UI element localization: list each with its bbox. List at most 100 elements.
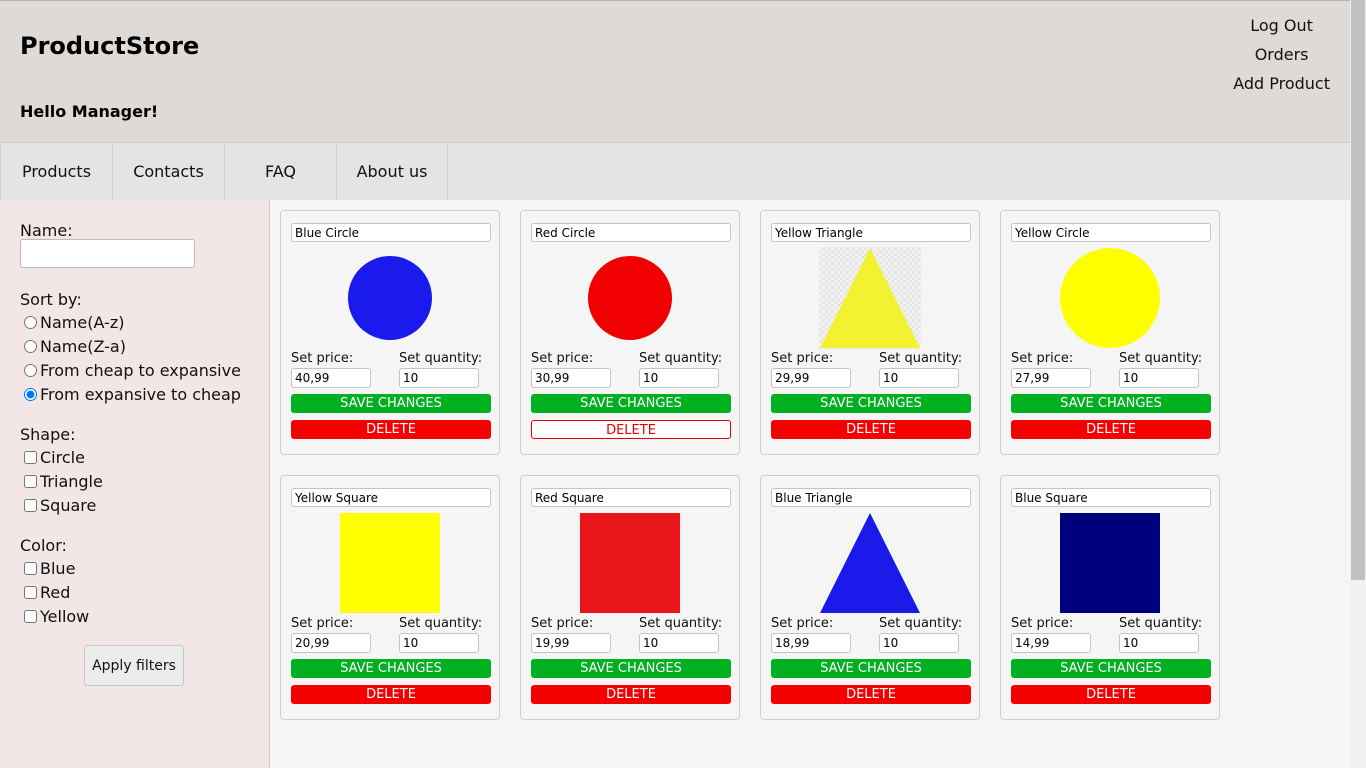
color-filter-label: Color: [20, 536, 67, 555]
set-price-label: Set price: [291, 351, 354, 366]
save-changes-button[interactable]: SAVE CHANGES [1011, 394, 1211, 413]
product-image [819, 247, 921, 349]
logout-link[interactable]: Log Out [1233, 11, 1330, 40]
save-changes-button[interactable]: SAVE CHANGES [291, 394, 491, 413]
price-input[interactable] [771, 633, 851, 653]
save-changes-button[interactable]: SAVE CHANGES [771, 659, 971, 678]
sort-option-name-desc[interactable]: Name(Z-a) [24, 336, 126, 356]
color-checkbox-yellow[interactable] [24, 609, 37, 623]
price-input[interactable] [531, 368, 611, 388]
shape-option-label: Triangle [40, 471, 103, 491]
product-card: Set price: Set quantity: SAVE CHANGES DELET… [520, 210, 740, 455]
main-nav: Products Contacts FAQ About us [0, 142, 1350, 200]
circle-shape [1060, 248, 1160, 348]
save-changes-button[interactable]: SAVE CHANGES [771, 394, 971, 413]
shape-checkbox-square[interactable] [24, 498, 37, 512]
sort-option-price-asc[interactable]: From cheap to expansive [24, 360, 241, 380]
product-name-input[interactable] [1011, 488, 1211, 507]
product-name-input[interactable] [531, 223, 731, 242]
quantity-input[interactable] [1119, 368, 1199, 388]
set-price-label: Set price: [1011, 616, 1074, 631]
shape-checkbox-circle[interactable] [24, 450, 37, 464]
quantity-input[interactable] [399, 368, 479, 388]
sort-option-price-desc[interactable]: From expansive to cheap [24, 384, 241, 404]
shape-option-triangle[interactable]: Triangle [24, 471, 103, 491]
product-image [579, 247, 681, 349]
greeting-text: Hello Manager! [20, 102, 159, 121]
save-changes-button[interactable]: SAVE CHANGES [531, 394, 731, 413]
sort-radio-name-asc[interactable] [24, 315, 37, 329]
orders-link[interactable]: Orders [1233, 40, 1330, 69]
set-quantity-label: Set quantity: [1119, 351, 1203, 366]
product-name-input[interactable] [531, 488, 731, 507]
quantity-input[interactable] [879, 368, 959, 388]
delete-button[interactable]: DELETE [531, 685, 731, 704]
delete-button[interactable]: DELETE [1011, 420, 1211, 439]
product-card: Set price: Set quantity: SAVE CHANGES DELET… [760, 210, 980, 455]
product-card: Set price: Set quantity: SAVE CHANGES DELET… [280, 475, 500, 720]
color-option-red[interactable]: Red [24, 582, 70, 602]
price-input[interactable] [291, 633, 371, 653]
add-product-link[interactable]: Add Product [1233, 69, 1330, 98]
quantity-input[interactable] [1119, 633, 1199, 653]
sort-option-name-asc[interactable]: Name(A-z) [24, 312, 124, 332]
apply-filters-button[interactable]: Apply filters [84, 645, 184, 686]
quantity-input[interactable] [639, 368, 719, 388]
quantity-input[interactable] [879, 633, 959, 653]
name-filter-input[interactable] [20, 239, 195, 268]
nav-item-faq[interactable]: FAQ [224, 143, 336, 200]
sort-radio-name-desc[interactable] [24, 339, 37, 353]
delete-button[interactable]: DELETE [291, 685, 491, 704]
shape-option-circle[interactable]: Circle [24, 447, 85, 467]
square-shape [340, 513, 440, 613]
set-quantity-label: Set quantity: [399, 351, 483, 366]
delete-button[interactable]: DELETE [531, 420, 731, 439]
scrollbar-thumb[interactable] [1351, 0, 1365, 580]
delete-button[interactable]: DELETE [771, 685, 971, 704]
product-name-input[interactable] [291, 223, 491, 242]
brand-title: ProductStore [20, 32, 200, 60]
set-quantity-label: Set quantity: [639, 616, 723, 631]
header-links: Log Out Orders Add Product [1233, 11, 1330, 98]
name-filter-label: Name: [20, 221, 73, 240]
sort-option-label: Name(A-z) [40, 312, 125, 332]
product-name-input[interactable] [771, 223, 971, 242]
quantity-input[interactable] [399, 633, 479, 653]
product-image [339, 512, 441, 614]
delete-button[interactable]: DELETE [1011, 685, 1211, 704]
sort-radio-price-desc[interactable] [24, 387, 37, 401]
price-input[interactable] [531, 633, 611, 653]
product-name-input[interactable] [1011, 223, 1211, 242]
color-option-yellow[interactable]: Yellow [24, 606, 89, 626]
triangle-fill [820, 248, 920, 348]
price-input[interactable] [291, 368, 371, 388]
set-price-label: Set price: [1011, 351, 1074, 366]
color-checkbox-blue[interactable] [24, 561, 37, 575]
product-image [339, 247, 441, 349]
save-changes-button[interactable]: SAVE CHANGES [1011, 659, 1211, 678]
delete-button[interactable]: DELETE [291, 420, 491, 439]
shape-option-label: Square [40, 495, 97, 515]
price-input[interactable] [1011, 368, 1091, 388]
price-input[interactable] [1011, 633, 1091, 653]
circle-shape [348, 256, 432, 340]
sort-option-label: Name(Z-a) [40, 336, 126, 356]
color-option-label: Yellow [40, 606, 90, 626]
sort-radio-price-asc[interactable] [24, 363, 37, 377]
color-checkbox-red[interactable] [24, 585, 37, 599]
shape-option-square[interactable]: Square [24, 495, 96, 515]
save-changes-button[interactable]: SAVE CHANGES [291, 659, 491, 678]
nav-item-contacts[interactable]: Contacts [112, 143, 224, 200]
save-changes-button[interactable]: SAVE CHANGES [531, 659, 731, 678]
quantity-input[interactable] [639, 633, 719, 653]
triangle-shape [820, 513, 920, 613]
product-name-input[interactable] [291, 488, 491, 507]
shape-checkbox-triangle[interactable] [24, 474, 37, 488]
delete-button[interactable]: DELETE [771, 420, 971, 439]
color-option-blue[interactable]: Blue [24, 558, 75, 578]
nav-item-products[interactable]: Products [0, 143, 112, 200]
set-price-label: Set price: [531, 351, 594, 366]
product-name-input[interactable] [771, 488, 971, 507]
nav-item-about-us[interactable]: About us [336, 143, 448, 200]
price-input[interactable] [771, 368, 851, 388]
